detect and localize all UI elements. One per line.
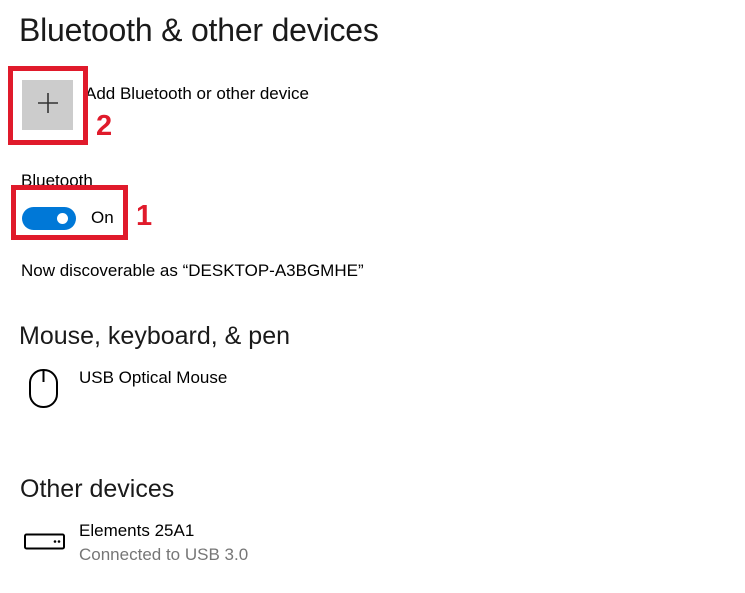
annotation-number-2: 2 (96, 110, 113, 142)
page-title: Bluetooth & other devices (19, 12, 379, 48)
add-device-label[interactable]: Add Bluetooth or other device (85, 84, 309, 104)
device-status: Connected to USB 3.0 (79, 545, 249, 564)
annotation-box-1 (11, 185, 128, 240)
annotation-number-1: 1 (136, 200, 153, 232)
discoverable-text: Now discoverable as “DESKTOP-A3BGMHE” (21, 261, 364, 280)
device-name: Elements 25A1 (79, 521, 195, 540)
section-heading-other-devices: Other devices (20, 475, 175, 503)
annotation-box-2 (8, 66, 88, 145)
device-name: USB Optical Mouse (79, 368, 228, 387)
external-drive-icon (24, 533, 66, 556)
mouse-icon (28, 368, 60, 415)
section-heading-mouse-keyboard-pen: Mouse, keyboard, & pen (19, 322, 290, 350)
